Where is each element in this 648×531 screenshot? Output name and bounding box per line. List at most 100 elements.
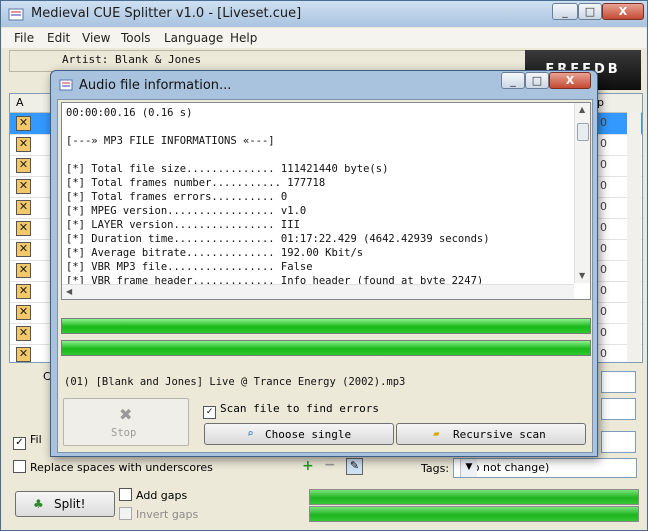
dialog-title-bar[interactable]: Audio file information... _ □ X bbox=[51, 71, 597, 99]
log-line: [---» MP3 FILE INFORMATIONS «---] bbox=[66, 135, 275, 147]
stop-icon: ✖ bbox=[119, 405, 133, 424]
track-number: 0 bbox=[600, 116, 607, 129]
main-title: Medieval CUE Splitter v1.0 - [Liveset.cu… bbox=[31, 6, 302, 21]
replace-spaces-checkbox[interactable] bbox=[13, 460, 26, 473]
log-vertical-scrollbar[interactable]: ▲ ▼ bbox=[574, 103, 590, 283]
column-p-header[interactable]: p bbox=[597, 96, 604, 109]
log-line: [*] Total frames number........... 17771… bbox=[66, 177, 326, 189]
add-gaps-label: Add gaps bbox=[136, 489, 188, 502]
invert-gaps-option: Invert gaps bbox=[119, 507, 198, 521]
track-number: 0 bbox=[600, 221, 607, 234]
track-number: 0 bbox=[600, 179, 607, 192]
column-a-header[interactable]: A bbox=[16, 96, 24, 109]
split-label: Split! bbox=[54, 497, 86, 511]
log-line: [*] VBR MP3 file................. False bbox=[66, 261, 313, 273]
info-log[interactable]: 00:00:00.16 (0.16 s) [---» MP3 FILE INFOR… bbox=[61, 102, 591, 300]
add-gaps-option[interactable]: Add gaps bbox=[119, 488, 187, 502]
audio-info-dialog: Audio file information... _ □ X 00:00:00… bbox=[50, 70, 598, 457]
track-checkbox[interactable]: ✕ bbox=[16, 347, 31, 362]
scroll-left-icon[interactable]: ◀ bbox=[66, 287, 72, 296]
menu-language[interactable]: Language bbox=[164, 31, 223, 45]
track-number: 0 bbox=[600, 158, 607, 171]
track-checkbox[interactable]: ✕ bbox=[16, 116, 31, 131]
stop-button: ✖ Stop bbox=[63, 398, 189, 446]
scan-errors-checkbox[interactable]: ✓ bbox=[203, 406, 216, 419]
dialog-title: Audio file information... bbox=[79, 78, 232, 93]
right-input[interactable] bbox=[601, 371, 636, 393]
magnifier-icon: ⌕ bbox=[247, 427, 254, 440]
scroll-thumb[interactable] bbox=[577, 123, 589, 141]
tags-select[interactable]: (Do not change) ▼ bbox=[453, 458, 637, 478]
fil-checkbox[interactable]: ✓ bbox=[13, 437, 26, 450]
recursive-scan-button[interactable]: ▰ Recursive scan bbox=[396, 423, 586, 445]
chevron-down-icon: ▼ bbox=[460, 459, 477, 477]
track-list-scrollbar[interactable] bbox=[627, 112, 641, 362]
log-line: [*] Duration time................ 01:17:… bbox=[66, 233, 490, 245]
recursive-scan-label: Recursive scan bbox=[453, 428, 546, 441]
track-number: 0 bbox=[600, 284, 607, 297]
log-horizontal-scrollbar[interactable]: ◀ bbox=[62, 284, 574, 299]
split-button[interactable]: ♣ Split! bbox=[15, 491, 115, 517]
log-line: 00:00:00.16 (0.16 s) bbox=[66, 107, 193, 119]
main-progress-bar-1 bbox=[309, 489, 639, 505]
dialog-minimize-button[interactable]: _ bbox=[501, 72, 525, 89]
track-checkbox[interactable]: ✕ bbox=[16, 158, 31, 173]
maximize-button[interactable]: □ bbox=[578, 3, 602, 20]
track-checkbox[interactable]: ✕ bbox=[16, 326, 31, 341]
choose-single-label: Choose single bbox=[265, 428, 352, 441]
choose-single-button[interactable]: ⌕ Choose single bbox=[204, 423, 394, 445]
track-checkbox[interactable]: ✕ bbox=[16, 179, 31, 194]
dialog-progress-bar-2 bbox=[61, 340, 591, 356]
track-number: 0 bbox=[600, 326, 607, 339]
menu-tools[interactable]: Tools bbox=[121, 31, 151, 45]
track-number: 0 bbox=[600, 242, 607, 255]
right-select-1[interactable] bbox=[601, 398, 636, 420]
scan-errors-option[interactable]: ✓ Scan file to find errors bbox=[203, 402, 379, 419]
main-title-bar[interactable]: Medieval CUE Splitter v1.0 - [Liveset.cu… bbox=[1, 1, 647, 27]
scan-errors-label: Scan file to find errors bbox=[220, 402, 379, 415]
replace-spaces-label: Replace spaces with underscores bbox=[30, 461, 213, 474]
menu-file[interactable]: File bbox=[14, 31, 34, 45]
close-button[interactable]: X bbox=[602, 3, 644, 20]
fil-label: Fil bbox=[30, 433, 42, 446]
add-gaps-checkbox[interactable] bbox=[119, 488, 132, 501]
stop-label: Stop bbox=[111, 427, 137, 439]
track-checkbox[interactable]: ✕ bbox=[16, 200, 31, 215]
dialog-body: 00:00:00.16 (0.16 s) [---» MP3 FILE INFOR… bbox=[57, 99, 593, 453]
fil-option[interactable]: ✓ Fil bbox=[13, 433, 42, 450]
dialog-maximize-button[interactable]: □ bbox=[525, 72, 549, 89]
scroll-up-icon[interactable]: ▲ bbox=[579, 105, 585, 114]
current-file: (01) [Blank and Jones] Live @ Trance Ene… bbox=[64, 376, 406, 388]
track-checkbox[interactable]: ✕ bbox=[16, 284, 31, 299]
track-number: 0 bbox=[600, 263, 607, 276]
dialog-progress-bar-1 bbox=[61, 318, 591, 334]
track-checkbox[interactable]: ✕ bbox=[16, 305, 31, 320]
tags-label: Tags: bbox=[421, 462, 450, 475]
split-icon: ♣ bbox=[33, 497, 44, 511]
track-number: 0 bbox=[600, 137, 607, 150]
app-icon bbox=[8, 6, 24, 22]
artist-field: Artist: Blank & Jones bbox=[9, 50, 526, 72]
remove-icon[interactable]: − bbox=[324, 457, 336, 473]
right-select-2[interactable] bbox=[601, 431, 636, 453]
replace-spaces-option[interactable]: Replace spaces with underscores bbox=[13, 460, 213, 474]
dialog-close-button[interactable]: X bbox=[549, 72, 591, 89]
track-checkbox[interactable]: ✕ bbox=[16, 263, 31, 278]
log-line: [*] Average bitrate.............. 192.00… bbox=[66, 247, 364, 259]
main-progress-bar-2 bbox=[309, 506, 639, 522]
minimize-button[interactable]: _ bbox=[552, 3, 578, 20]
edit-icon[interactable]: ✎ bbox=[346, 458, 363, 475]
track-checkbox[interactable]: ✕ bbox=[16, 137, 31, 152]
menu-view[interactable]: View bbox=[82, 31, 110, 45]
scroll-down-icon[interactable]: ▼ bbox=[579, 271, 585, 280]
add-icon[interactable]: + bbox=[302, 458, 314, 474]
track-checkbox[interactable]: ✕ bbox=[16, 242, 31, 257]
artist-label: Artist: Blank & Jones bbox=[62, 53, 202, 66]
track-checkbox[interactable]: ✕ bbox=[16, 221, 31, 236]
menu-edit[interactable]: Edit bbox=[47, 31, 70, 45]
folder-icon: ▰ bbox=[433, 427, 440, 440]
log-line: [*] Total file size.............. 111421… bbox=[66, 163, 389, 175]
menu-help[interactable]: Help bbox=[230, 31, 257, 45]
